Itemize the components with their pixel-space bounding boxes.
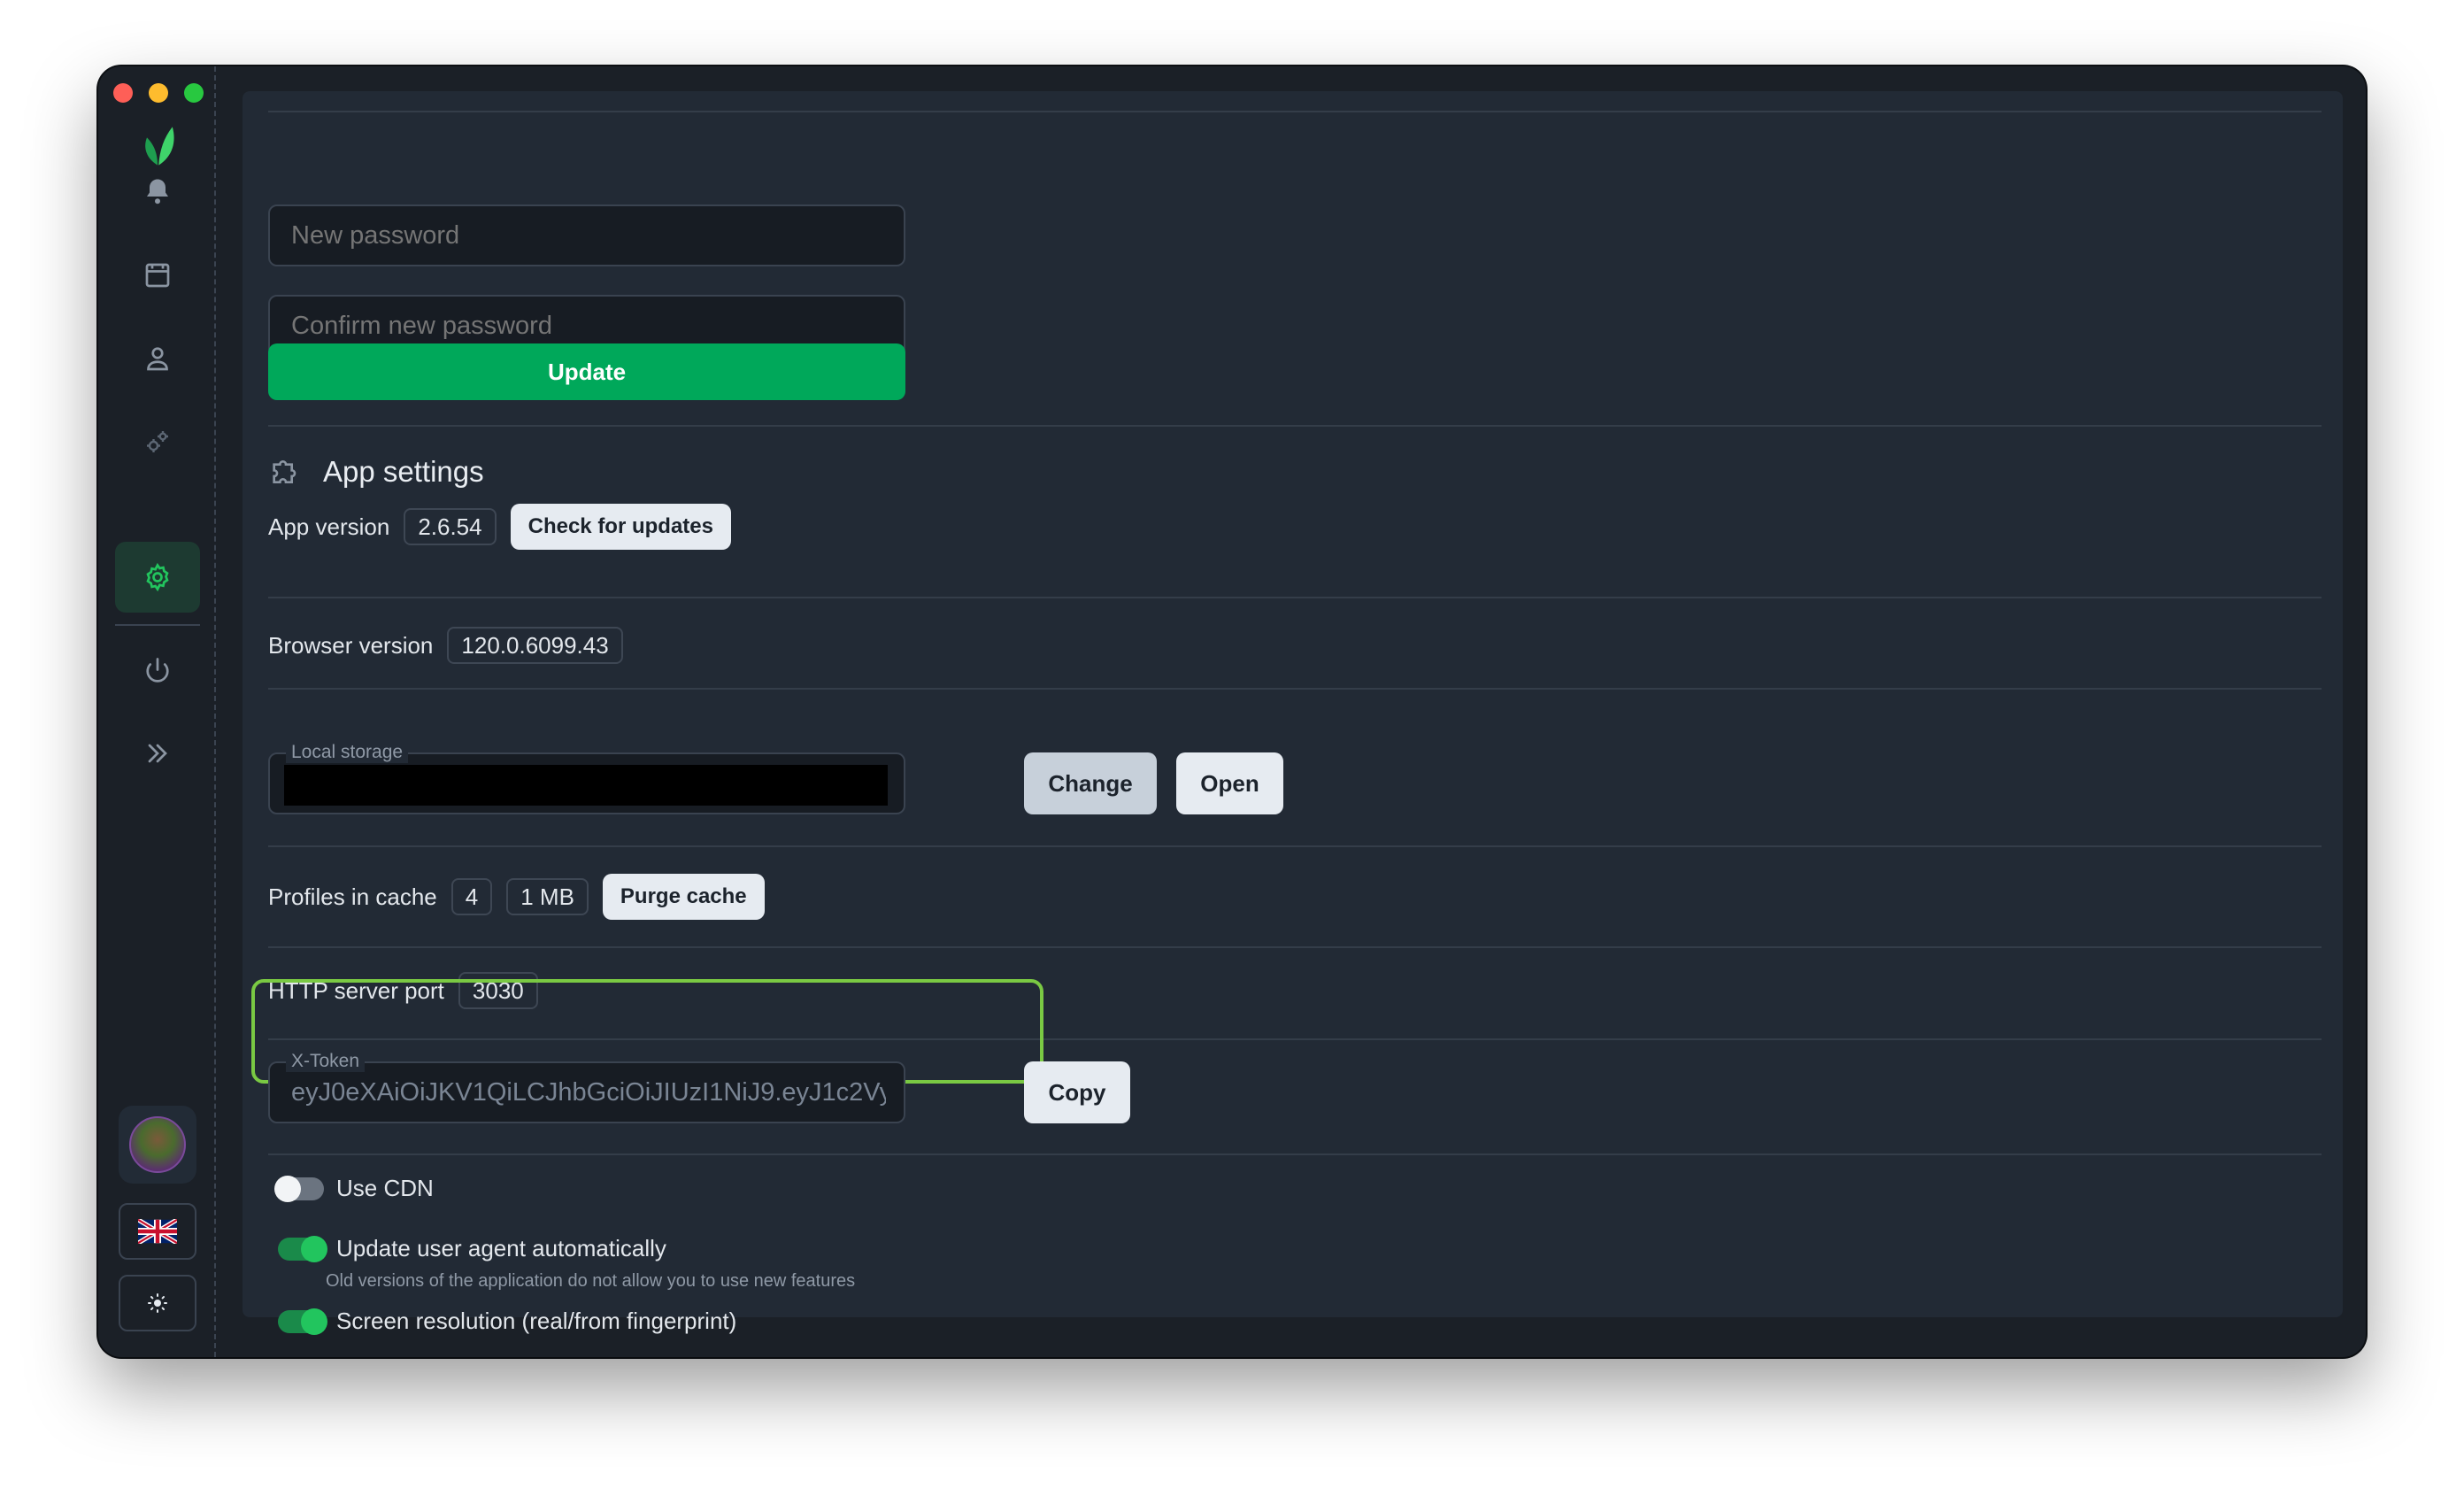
use-cdn-label: Use CDN [336, 1175, 434, 1201]
uk-flag-icon [138, 1219, 177, 1244]
sun-icon [148, 1293, 167, 1313]
purge-cache-button[interactable]: Purge cache [602, 874, 765, 920]
use-cdn-toggle[interactable] [274, 1175, 324, 1202]
browser-version-value: 120.0.6099.43 [447, 627, 623, 664]
update-password-button[interactable]: Update [268, 343, 905, 400]
update-ua-row: Update user agent automatically [278, 1235, 666, 1262]
user-icon[interactable] [115, 323, 200, 394]
xtoken-field[interactable]: X-Token eyJ0eXAiOiJKV1QiLCJhbGciOiJIUzI1… [268, 1051, 905, 1123]
avatar [129, 1116, 186, 1173]
new-password-input[interactable] [268, 204, 905, 266]
local-storage-path-redacted [284, 765, 888, 806]
app-version-row: App version 2.6.54 Check for updates [268, 504, 731, 550]
check-updates-button[interactable]: Check for updates [510, 504, 731, 550]
app-version-value: 2.6.54 [404, 508, 497, 545]
profiles-cache-size: 1 MB [506, 878, 589, 915]
profile-avatar-button[interactable] [119, 1106, 196, 1184]
profiles-cache-row: Profiles in cache 4 1 MB Purge cache [268, 874, 765, 920]
local-storage-label: Local storage [286, 742, 409, 763]
divider [268, 946, 2322, 948]
theme-toggle-button[interactable] [119, 1275, 196, 1331]
xtoken-value: eyJ0eXAiOiJKV1QiLCJhbGciOiJIUzI1NiJ9.eyJ… [291, 1077, 886, 1107]
browser-version-label: Browser version [268, 631, 434, 659]
sidebar-divider [115, 624, 200, 626]
screen-res-label: Screen resolution (real/from fingerprint… [336, 1308, 737, 1334]
divider [268, 425, 2322, 427]
use-cdn-row: Use CDN [274, 1175, 434, 1202]
change-storage-button[interactable]: Change [1024, 752, 1157, 814]
profiles-cache-count: 4 [450, 878, 493, 915]
browser-version-row: Browser version 120.0.6099.43 [268, 598, 623, 692]
settings-icon[interactable] [115, 542, 200, 613]
divider [268, 1153, 2322, 1155]
copy-token-button[interactable]: Copy [1024, 1061, 1130, 1123]
bell-icon[interactable] [115, 156, 200, 227]
language-button[interactable] [119, 1203, 196, 1260]
gears-icon[interactable] [115, 406, 200, 477]
expand-icon[interactable] [115, 718, 200, 789]
app-window: Update App settings App version 2.6.54 C… [98, 66, 2366, 1357]
update-ua-hint: Old versions of the application do not a… [326, 1271, 856, 1291]
puzzle-icon [273, 460, 296, 483]
divider [268, 845, 2322, 847]
local-storage-field[interactable]: Local storage [268, 742, 905, 814]
open-storage-button[interactable]: Open [1176, 752, 1283, 814]
calendar-icon[interactable] [115, 240, 200, 311]
screen-res-toggle[interactable] [278, 1308, 327, 1335]
power-icon[interactable] [115, 636, 200, 706]
screen-res-row: Screen resolution (real/from fingerprint… [278, 1308, 736, 1335]
app-version-label: App version [268, 513, 390, 540]
divider [268, 688, 2322, 690]
settings-panel: Update App settings App version 2.6.54 C… [243, 91, 2343, 1335]
update-ua-toggle[interactable] [278, 1235, 327, 1262]
section-title: App settings [268, 454, 484, 490]
section-title-text: App settings [323, 455, 484, 488]
profiles-cache-label: Profiles in cache [268, 883, 437, 910]
update-ua-label: Update user agent automatically [336, 1235, 666, 1261]
sidebar [98, 66, 216, 1357]
divider [268, 111, 2322, 112]
